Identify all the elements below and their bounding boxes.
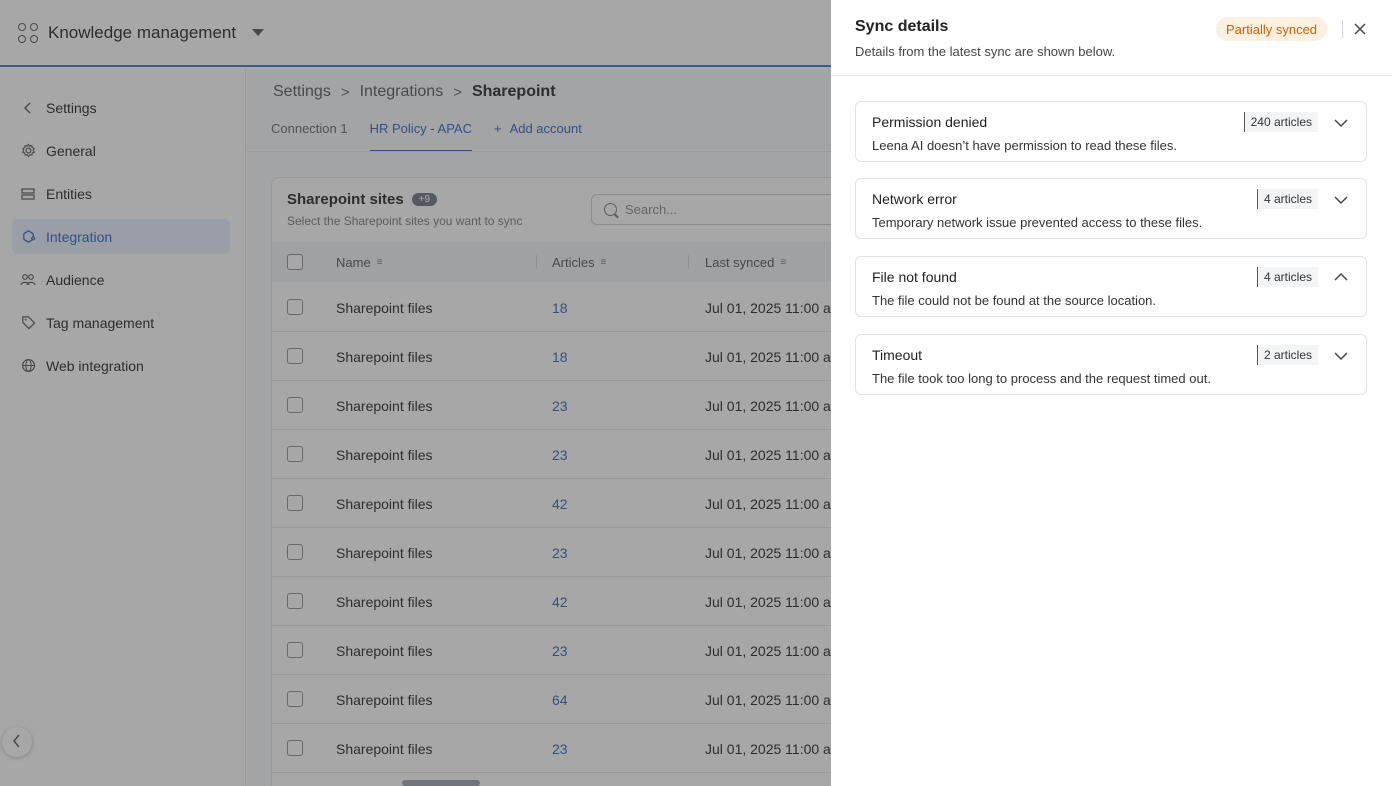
error-group[interactable]: File not found 4 articles The file could n… [855, 256, 1367, 317]
chevron-down-icon[interactable] [1332, 347, 1350, 365]
error-title: Permission denied [872, 114, 988, 130]
article-count-badge: 4 articles [1256, 267, 1318, 287]
header-divider [1342, 20, 1343, 38]
close-icon [1354, 19, 1366, 40]
article-count-badge: 2 articles [1256, 345, 1318, 365]
sync-details-drawer: Sync details Details from the latest syn… [831, 0, 1392, 786]
error-group[interactable]: Permission denied 240 articles Leena AI do… [855, 101, 1367, 162]
close-button[interactable] [1349, 17, 1371, 41]
article-count-badge: 240 articles [1243, 112, 1318, 132]
sync-status-badge: Partially synced [1216, 17, 1328, 41]
error-group[interactable]: Network error 4 articles Temporary network… [855, 178, 1367, 239]
error-description: Temporary network issue prevented access… [872, 215, 1203, 230]
error-title: Timeout [872, 347, 923, 363]
error-description: Leena AI doesn’t have permission to read… [872, 138, 1177, 153]
chevron-up-icon[interactable] [1332, 269, 1350, 287]
modal-backdrop[interactable] [0, 0, 831, 786]
chevron-down-icon[interactable] [1332, 114, 1350, 132]
chevron-down-icon[interactable] [1332, 191, 1350, 209]
error-description: The file could not be found at the sourc… [872, 293, 1157, 308]
error-group[interactable]: Timeout 2 articles The file took too long … [855, 334, 1367, 395]
drawer-title: Sync details [855, 18, 949, 35]
error-title: Network error [872, 191, 957, 207]
article-count-badge: 4 articles [1256, 189, 1318, 209]
error-description: The file took too long to process and th… [872, 371, 1211, 386]
error-title: File not found [872, 269, 957, 285]
drawer-header: Sync details Details from the latest syn… [831, 0, 1392, 76]
drawer-subtitle: Details from the latest sync are shown b… [855, 44, 1116, 59]
